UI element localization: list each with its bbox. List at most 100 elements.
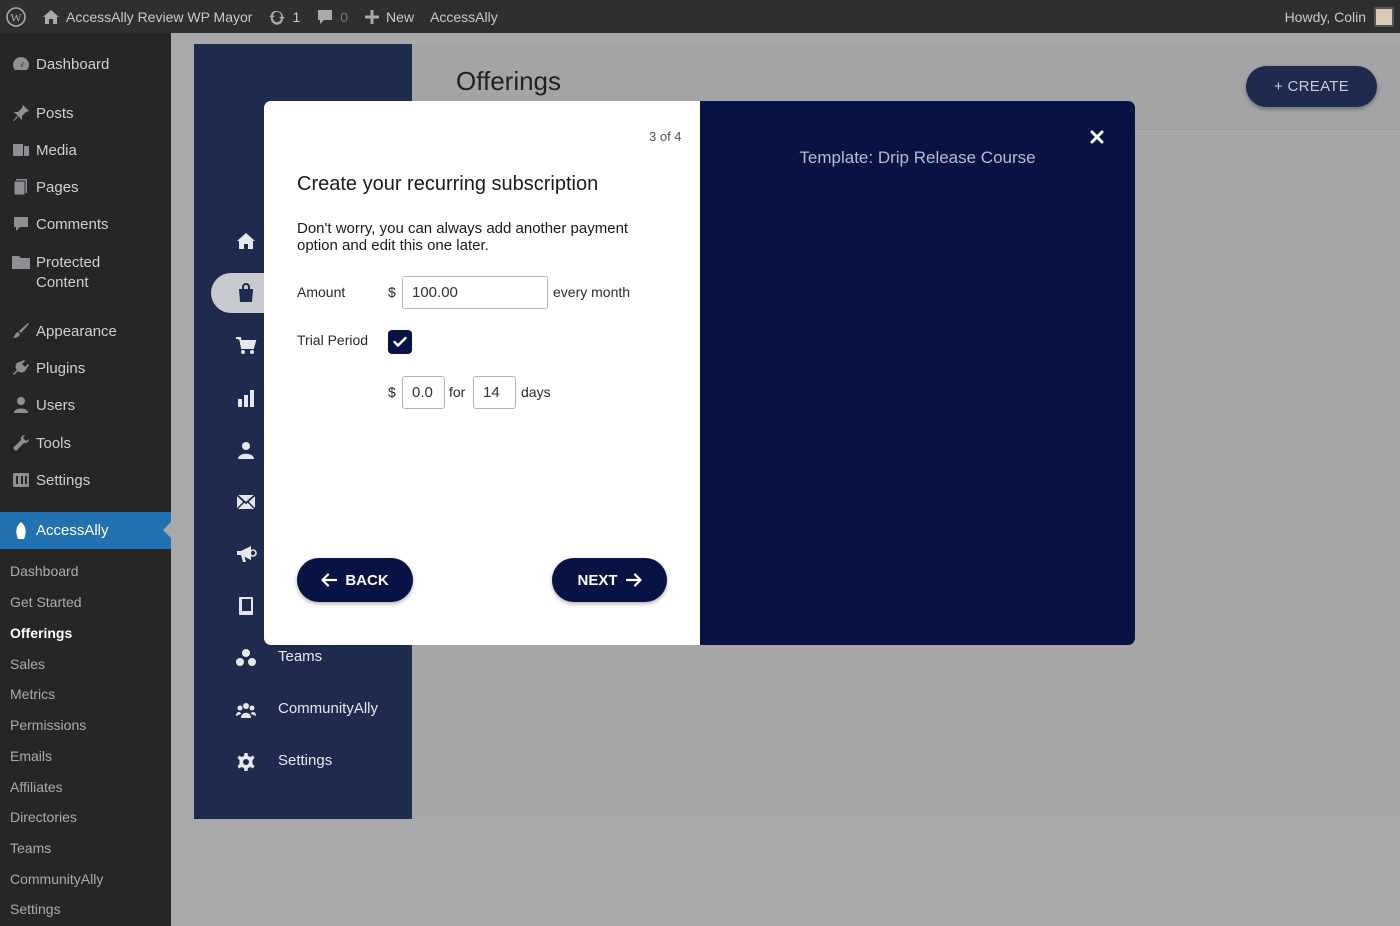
frequency-label: every month xyxy=(553,284,631,300)
menu-item-protected-content[interactable]: Protected Content xyxy=(0,253,171,293)
new-label: New xyxy=(386,8,415,25)
menu-label: Media xyxy=(36,142,77,159)
create-button[interactable]: + CREATE xyxy=(1246,66,1377,107)
comment-icon xyxy=(0,215,36,233)
submenu-metrics[interactable]: Metrics xyxy=(10,686,55,702)
submenu-offerings[interactable]: Offerings xyxy=(10,625,72,641)
trial-price-input[interactable]: 0.0 xyxy=(402,376,445,409)
updates-count: 1 xyxy=(292,8,301,25)
person-icon[interactable] xyxy=(235,439,257,461)
menu-item-media[interactable]: Media xyxy=(0,141,171,161)
submenu-sales[interactable]: Sales xyxy=(10,656,45,672)
submenu-affiliates[interactable]: Affiliates xyxy=(10,779,63,795)
community-icon[interactable] xyxy=(235,699,257,721)
menu-label: Dashboard xyxy=(36,56,110,73)
my-account[interactable]: Howdy, Colin xyxy=(1285,0,1394,33)
pages-icon xyxy=(0,178,36,196)
gear-icon[interactable] xyxy=(235,751,257,773)
dashboard-icon xyxy=(0,55,36,73)
submenu-directories[interactable]: Directories xyxy=(10,809,77,825)
submenu-communityally[interactable]: CommunityAlly xyxy=(10,871,103,887)
submenu-dashboard[interactable]: Dashboard xyxy=(10,563,79,579)
media-icon xyxy=(0,141,36,159)
trial-days-input[interactable]: 14 xyxy=(473,376,516,409)
checkmark-icon xyxy=(393,336,407,347)
nav-label-communityally[interactable]: CommunityAlly xyxy=(278,700,378,717)
menu-item-appearance[interactable]: Appearance xyxy=(0,322,171,342)
menu-item-comments[interactable]: Comments xyxy=(0,215,171,235)
submenu-get-started[interactable]: Get Started xyxy=(10,594,82,610)
book-icon[interactable] xyxy=(235,595,257,617)
menu-item-plugins[interactable]: Plugins xyxy=(0,359,171,379)
next-button[interactable]: NEXT xyxy=(552,558,667,602)
back-label: BACK xyxy=(345,571,389,589)
avatar xyxy=(1374,6,1394,27)
cart-icon[interactable] xyxy=(235,335,257,357)
plugin-icon xyxy=(0,359,36,377)
wrench-icon xyxy=(0,434,36,452)
menu-item-users[interactable]: Users xyxy=(0,396,171,416)
modal-description: Don't worry, you can always add another … xyxy=(297,220,629,254)
comment-icon xyxy=(318,9,333,24)
currency-symbol: $ xyxy=(388,284,396,300)
teams-icon[interactable] xyxy=(235,647,257,669)
menu-label: Tools xyxy=(36,435,72,452)
menu-item-settings[interactable]: Settings xyxy=(0,471,171,491)
pin-icon xyxy=(0,104,36,122)
submenu-permissions[interactable]: Permissions xyxy=(10,717,86,733)
menu-label: Pages xyxy=(36,179,79,196)
new-content-link[interactable]: New xyxy=(364,9,414,25)
menu-item-accessally[interactable]: AccessAlly xyxy=(0,512,171,549)
accessally-bar-label: AccessAlly xyxy=(430,8,498,25)
user-icon xyxy=(0,396,36,414)
refresh-icon xyxy=(269,10,286,25)
wizard-template-panel xyxy=(700,101,1135,645)
menu-label: Settings xyxy=(36,472,91,489)
comments-link[interactable]: 0 xyxy=(316,9,348,25)
envelope-icon[interactable] xyxy=(235,491,257,513)
wordpress-logo[interactable]: W xyxy=(6,6,26,27)
updates-link[interactable]: 1 xyxy=(268,9,300,25)
arrow-right-icon xyxy=(625,573,642,587)
submenu-emails[interactable]: Emails xyxy=(10,748,52,764)
brush-icon xyxy=(0,322,36,340)
menu-label: AccessAlly xyxy=(36,521,109,539)
trial-period-checkbox[interactable] xyxy=(388,330,412,354)
accessally-bar-link[interactable]: AccessAlly xyxy=(430,9,498,25)
shop-bag-icon[interactable] xyxy=(235,282,257,304)
submenu-teams[interactable]: Teams xyxy=(10,840,51,856)
wordpress-icon: W xyxy=(6,6,26,27)
trial-currency-symbol: $ xyxy=(388,384,396,400)
megaphone-icon[interactable] xyxy=(235,543,257,565)
site-name: AccessAlly Review WP Mayor xyxy=(66,8,253,25)
menu-label: Appearance xyxy=(36,323,117,340)
menu-item-tools[interactable]: Tools xyxy=(0,434,171,454)
admin-bar: W AccessAlly Review WP Mayor 1 0 New Acc… xyxy=(0,0,1400,33)
amount-input[interactable]: 100.00 xyxy=(402,276,548,309)
menu-label: Plugins xyxy=(36,360,86,377)
nav-label-settings[interactable]: Settings xyxy=(278,752,332,769)
svg-text:W: W xyxy=(10,10,22,24)
menu-item-posts[interactable]: Posts xyxy=(0,104,171,124)
template-label: Template: Drip Release Course xyxy=(799,148,1036,167)
bar-chart-icon[interactable] xyxy=(235,387,257,409)
back-button[interactable]: BACK xyxy=(297,558,413,602)
menu-label: Protected Content xyxy=(36,254,101,291)
site-name-link[interactable]: AccessAlly Review WP Mayor xyxy=(42,9,252,25)
comments-count: 0 xyxy=(340,8,349,25)
trial-period-label: Trial Period xyxy=(297,332,369,348)
close-icon[interactable] xyxy=(1088,128,1106,146)
arrow-left-icon xyxy=(321,573,338,587)
nav-label-teams[interactable]: Teams xyxy=(278,648,322,665)
submenu-settings[interactable]: Settings xyxy=(10,901,61,917)
settings-icon xyxy=(0,471,36,489)
menu-item-pages[interactable]: Pages xyxy=(0,178,171,198)
home-icon xyxy=(43,9,59,24)
trial-for-label: for xyxy=(449,384,466,400)
page-title: Offerings xyxy=(456,66,562,96)
modal-heading: Create your recurring subscription xyxy=(297,173,599,195)
home-icon[interactable] xyxy=(235,230,257,252)
menu-label: Posts xyxy=(36,105,74,122)
trial-days-unit: days xyxy=(521,384,551,400)
menu-item-dashboard[interactable]: Dashboard xyxy=(0,55,171,75)
